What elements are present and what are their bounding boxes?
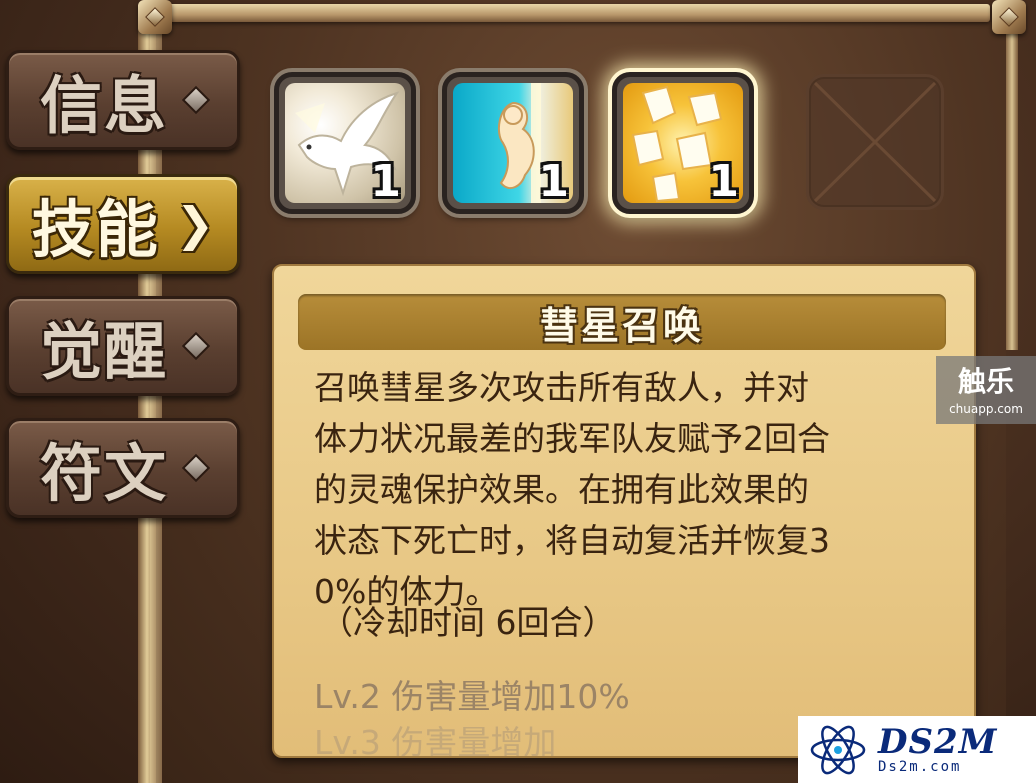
skill-slot-2[interactable]: 1 bbox=[442, 72, 584, 214]
chuapp-watermark-url: chuapp.com bbox=[949, 402, 1023, 416]
skill-description: 召唤彗星多次攻击所有敌人，并对 体力状况最差的我军队友赋予2回合 的灵魂保护效果… bbox=[314, 368, 830, 611]
ds2m-watermark: DS2M Ds2m.com bbox=[798, 716, 1036, 783]
frame-top-rail bbox=[150, 4, 990, 22]
frame-corner-ornament-right bbox=[992, 0, 1026, 34]
skill-slot-empty bbox=[806, 74, 944, 210]
tab-runes-label: 符文 bbox=[39, 437, 168, 510]
chevron-right-icon: ❯ bbox=[175, 197, 215, 251]
tab-skills[interactable]: 技能 ❯ bbox=[6, 174, 240, 274]
skill-level: 1 bbox=[370, 156, 401, 207]
skill-description-panel: 彗星召唤 召唤彗星多次攻击所有敌人，并对 体力状况最差的我军队友赋予2回合 的灵… bbox=[272, 264, 976, 758]
skill-slot-1[interactable]: 1 bbox=[274, 72, 416, 214]
skill-upgrade-lv3: Lv.3 伤害量增加 bbox=[314, 723, 557, 758]
skill-title-bar: 彗星召唤 bbox=[298, 294, 946, 350]
frame-corner-ornament-left bbox=[138, 0, 172, 34]
diamond-icon bbox=[181, 85, 211, 115]
chuapp-watermark: 触乐 chuapp.com bbox=[936, 356, 1036, 424]
tab-info[interactable]: 信息 bbox=[6, 50, 240, 150]
atom-logo-icon bbox=[810, 725, 866, 774]
skill-slot-3[interactable]: 1 bbox=[612, 72, 754, 214]
skill-cooldown: （冷却时间 6回合） bbox=[320, 603, 616, 642]
diamond-icon bbox=[181, 453, 211, 483]
tab-awaken-label: 觉醒 bbox=[39, 315, 168, 388]
skill-level: 1 bbox=[538, 156, 569, 207]
tab-runes[interactable]: 符文 bbox=[6, 418, 240, 518]
tab-awaken[interactable]: 觉醒 bbox=[6, 296, 240, 396]
tab-skills-label: 技能 bbox=[31, 193, 160, 266]
skill-name: 彗星召唤 bbox=[539, 303, 704, 348]
skill-level: 1 bbox=[708, 156, 739, 207]
skill-upgrade-lv2: Lv.2 伤害量增加10% bbox=[314, 677, 630, 716]
empty-slot-icon bbox=[813, 81, 937, 203]
chuapp-watermark-title: 触乐 bbox=[957, 365, 1014, 398]
frame-right-rail bbox=[1006, 30, 1018, 350]
diamond-icon bbox=[181, 331, 211, 361]
tab-info-label: 信息 bbox=[39, 69, 168, 142]
ds2m-logo-text: DS2M bbox=[878, 721, 998, 762]
